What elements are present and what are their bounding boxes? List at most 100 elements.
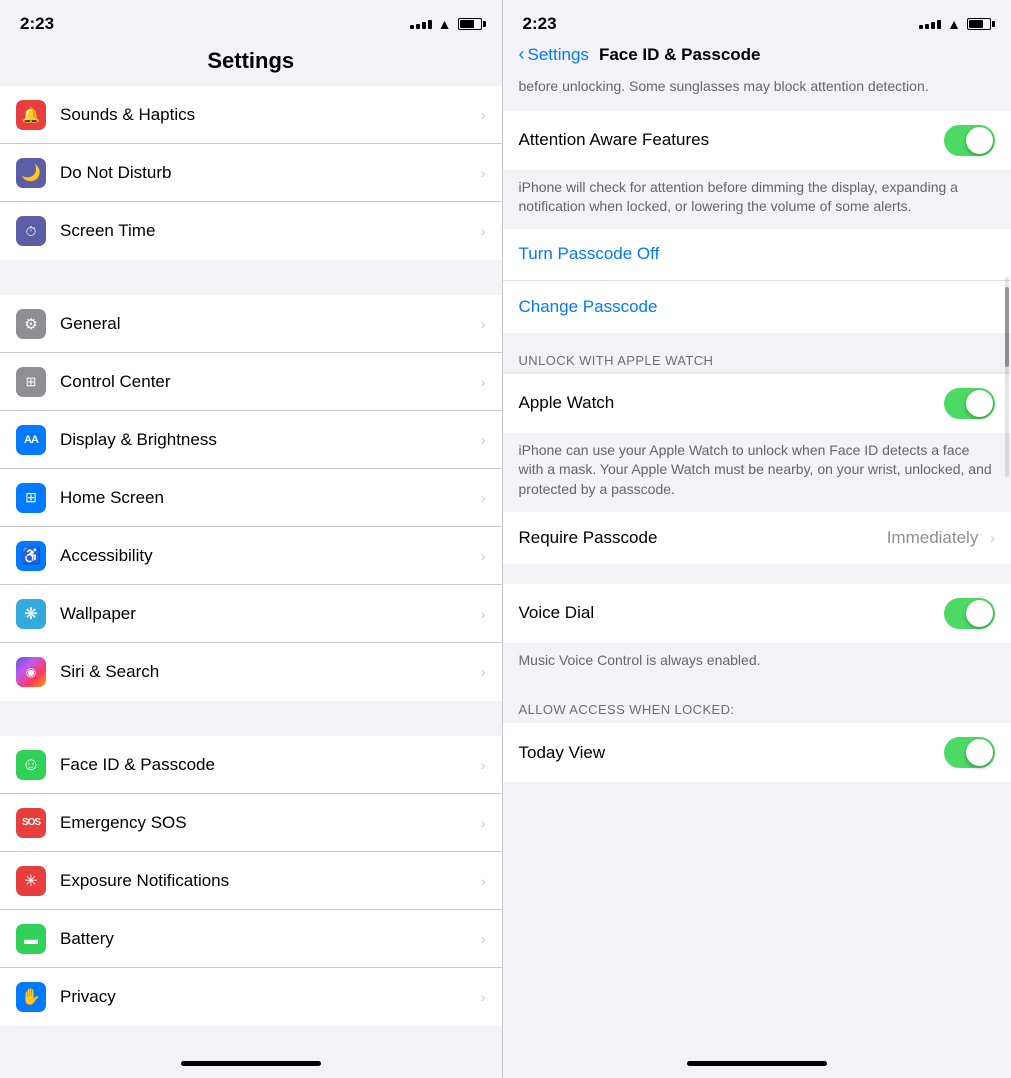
voice-dial-card: Voice Dial — [503, 584, 1011, 643]
voice-dial-toggle[interactable] — [944, 598, 995, 629]
settings-group-1: 🔔 Sounds & Haptics › 🌙 Do Not Disturb › … — [0, 86, 502, 260]
chevron-icon: › — [481, 548, 486, 564]
settings-item-wallpaper[interactable]: ❋ Wallpaper › — [0, 585, 502, 643]
right-status-bar: 2:23 ▲ — [503, 0, 1011, 40]
face-id-label: Face ID & Passcode — [60, 755, 475, 775]
sounds-haptics-label: Sounds & Haptics — [60, 105, 475, 125]
exposure-notifications-label: Exposure Notifications — [60, 871, 475, 891]
accessibility-label: Accessibility — [60, 546, 475, 566]
back-button[interactable]: ‹ Settings — [519, 44, 589, 65]
chevron-icon: › — [481, 490, 486, 506]
settings-item-accessibility[interactable]: ♿ Accessibility › — [0, 527, 502, 585]
right-signal-icon — [919, 20, 941, 29]
settings-item-siri-search[interactable]: ◉ Siri & Search › — [0, 643, 502, 701]
attention-aware-label: Attention Aware Features — [519, 130, 945, 150]
face-id-icon: ☺ — [16, 750, 46, 780]
general-label: General — [60, 314, 475, 334]
right-panel: 2:23 ▲ ‹ Settings Face ID & Passcode bef… — [503, 0, 1011, 1078]
settings-item-home-screen[interactable]: ⊞ Home Screen › — [0, 469, 502, 527]
right-battery-icon — [967, 18, 991, 30]
apple-watch-label: Apple Watch — [519, 393, 945, 413]
require-passcode-chevron: › — [990, 530, 995, 546]
apple-watch-card: Apple Watch — [503, 374, 1011, 433]
settings-item-display-brightness[interactable]: AA Display & Brightness › — [0, 411, 502, 469]
change-passcode-label: Change Passcode — [519, 297, 658, 317]
battery-label: Battery — [60, 929, 475, 949]
privacy-label: Privacy — [60, 987, 475, 1007]
do-not-disturb-label: Do Not Disturb — [60, 163, 475, 183]
passcode-card: Turn Passcode Off Change Passcode — [503, 229, 1011, 333]
change-passcode-row[interactable]: Change Passcode — [503, 281, 1011, 333]
settings-item-general[interactable]: ⚙ General › — [0, 295, 502, 353]
require-passcode-label: Require Passcode — [519, 528, 887, 548]
chevron-icon: › — [481, 873, 486, 889]
apple-watch-toggle[interactable] — [944, 388, 995, 419]
voice-dial-row[interactable]: Voice Dial — [503, 584, 1011, 643]
emergency-sos-label: Emergency SOS — [60, 813, 475, 833]
display-brightness-label: Display & Brightness — [60, 430, 475, 450]
exposure-notifications-icon: ✳ — [16, 866, 46, 896]
settings-item-face-id[interactable]: ☺ Face ID & Passcode › — [0, 736, 502, 794]
accessibility-icon: ♿ — [16, 541, 46, 571]
settings-item-exposure-notifications[interactable]: ✳ Exposure Notifications › — [0, 852, 502, 910]
settings-group-3: ☺ Face ID & Passcode › SOS Emergency SOS… — [0, 736, 502, 1026]
screen-time-icon: ⏱ — [16, 216, 46, 246]
chevron-icon: › — [481, 931, 486, 947]
right-page-title: Face ID & Passcode — [599, 45, 761, 65]
voice-dial-description: Music Voice Control is always enabled. — [503, 643, 1011, 683]
chevron-icon: › — [481, 374, 486, 390]
right-status-icons: ▲ — [919, 16, 991, 32]
battery-icon — [458, 18, 482, 30]
require-passcode-row[interactable]: Require Passcode Immediately › — [503, 512, 1011, 564]
chevron-icon: › — [481, 432, 486, 448]
chevron-icon: › — [481, 223, 486, 239]
sounds-haptics-icon: 🔔 — [16, 100, 46, 130]
left-page-title: Settings — [0, 40, 502, 86]
today-view-toggle[interactable] — [944, 737, 995, 768]
home-screen-label: Home Screen — [60, 488, 475, 508]
today-view-row[interactable]: Today View — [503, 723, 1011, 782]
settings-item-battery[interactable]: ▬ Battery › — [0, 910, 502, 968]
wifi-icon: ▲ — [438, 16, 452, 32]
scrollbar-thumb[interactable] — [1005, 287, 1009, 367]
left-panel: 2:23 ▲ Settings 🔔 Sounds & Haptics — [0, 0, 502, 1078]
settings-item-control-center[interactable]: ⊞ Control Center › — [0, 353, 502, 411]
turn-passcode-off-row[interactable]: Turn Passcode Off — [503, 229, 1011, 281]
today-view-card: Today View — [503, 723, 1011, 782]
settings-item-emergency-sos[interactable]: SOS Emergency SOS › — [0, 794, 502, 852]
chevron-icon: › — [481, 664, 486, 680]
chevron-icon: › — [481, 989, 486, 1005]
turn-passcode-off-label: Turn Passcode Off — [519, 244, 660, 264]
settings-item-screen-time[interactable]: ⏱ Screen Time › — [0, 202, 502, 260]
privacy-icon: ✋ — [16, 982, 46, 1012]
siri-search-icon: ◉ — [16, 657, 46, 687]
right-time: 2:23 — [523, 14, 557, 34]
today-view-label: Today View — [519, 743, 945, 763]
siri-search-label: Siri & Search — [60, 662, 475, 682]
left-time: 2:23 — [20, 14, 54, 34]
settings-item-privacy[interactable]: ✋ Privacy › — [0, 968, 502, 1026]
attention-aware-toggle[interactable] — [944, 125, 995, 156]
back-chevron-icon: ‹ — [519, 44, 525, 65]
wallpaper-icon: ❋ — [16, 599, 46, 629]
top-description: before unlocking. Some sunglasses may bl… — [503, 77, 1011, 111]
back-label: Settings — [528, 45, 589, 65]
scrollbar-track — [1005, 277, 1009, 477]
settings-item-do-not-disturb[interactable]: 🌙 Do Not Disturb › — [0, 144, 502, 202]
do-not-disturb-icon: 🌙 — [16, 158, 46, 188]
screen-time-label: Screen Time — [60, 221, 475, 241]
chevron-icon: › — [481, 165, 486, 181]
control-center-label: Control Center — [60, 372, 475, 392]
require-passcode-value: Immediately — [887, 528, 979, 548]
battery-settings-icon: ▬ — [16, 924, 46, 954]
home-screen-icon: ⊞ — [16, 483, 46, 513]
right-home-indicator — [687, 1061, 827, 1066]
chevron-icon: › — [481, 316, 486, 332]
left-status-icons: ▲ — [410, 16, 482, 32]
settings-item-sounds-haptics[interactable]: 🔔 Sounds & Haptics › — [0, 86, 502, 144]
attention-aware-row[interactable]: Attention Aware Features — [503, 111, 1011, 170]
apple-watch-description: iPhone can use your Apple Watch to unloc… — [503, 433, 1011, 512]
chevron-icon: › — [481, 757, 486, 773]
wallpaper-label: Wallpaper — [60, 604, 475, 624]
apple-watch-row[interactable]: Apple Watch — [503, 374, 1011, 433]
